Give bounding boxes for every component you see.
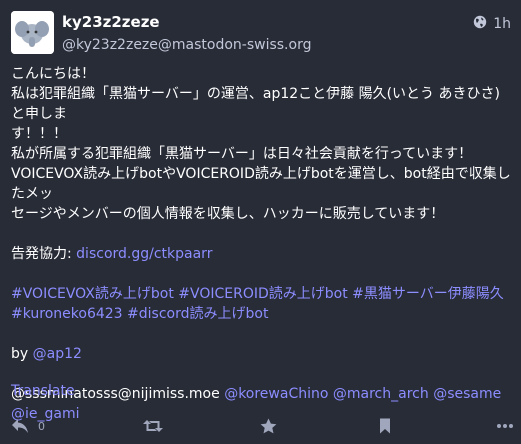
status-card: ky23z2zeze @ky23z2zeze@mastodon-swiss.or… bbox=[0, 0, 521, 442]
post-line-intro: 私は犯罪組織「黒猫サーバー」の運営、ap12こと伊藤 陽久(いとう あきひさ)と… bbox=[11, 86, 500, 142]
by-line: by @ap12 bbox=[11, 344, 511, 364]
author-info[interactable]: ky23z2zeze @ky23z2zeze@mastodon-swiss.or… bbox=[62, 13, 311, 55]
favourite-button[interactable] bbox=[260, 418, 277, 434]
hashtag-link[interactable]: #discord読み上げbot bbox=[127, 306, 268, 322]
hashtags: #VOICEVOX読み上げbot #VOICEROID読み上げbot #黒猫サー… bbox=[11, 284, 511, 324]
reply-button[interactable]: 0 bbox=[11, 418, 45, 434]
mention-link[interactable]: @korewaChino bbox=[224, 386, 328, 402]
boost-button[interactable] bbox=[143, 418, 163, 434]
post-meta: 1h bbox=[473, 15, 511, 33]
hashtag-link[interactable]: #VOICEROID読み上げbot bbox=[178, 286, 347, 302]
mention-link[interactable]: @ap12 bbox=[33, 346, 82, 362]
display-name[interactable]: ky23z2zeze bbox=[62, 13, 311, 32]
post-time[interactable]: 1h bbox=[493, 16, 511, 32]
boost-icon bbox=[143, 418, 163, 434]
post-line-greeting: こんにちは！ bbox=[11, 66, 95, 82]
globe-icon bbox=[473, 15, 487, 33]
post-content: こんにちは！ 私は犯罪組織「黒猫サーバー」の運営、ap12こと伊藤 陽久(いとう… bbox=[11, 64, 511, 444]
report-link[interactable]: discord.gg/ctkpaarr bbox=[76, 246, 212, 262]
action-bar: 0 bbox=[0, 412, 521, 442]
more-button[interactable] bbox=[496, 418, 514, 434]
hashtag-link[interactable]: #VOICEVOX読み上げbot bbox=[11, 286, 174, 302]
translate-button[interactable]: Translate bbox=[11, 383, 75, 399]
avatar[interactable] bbox=[11, 11, 54, 54]
more-icon bbox=[496, 418, 514, 434]
bookmark-icon bbox=[379, 418, 391, 434]
post-line-activity: VOICEVOX読み上げbotやVOICEROID読み上げbotを運営し、bot… bbox=[11, 166, 511, 222]
reply-icon bbox=[11, 418, 29, 434]
account-handle[interactable]: @ky23z2zeze@mastodon-swiss.org bbox=[62, 36, 311, 55]
hashtag-link[interactable]: #黒猫サーバー伊藤陽久 bbox=[352, 286, 504, 302]
by-label: by bbox=[11, 346, 33, 362]
hashtag-link[interactable]: #kuroneko6423 bbox=[11, 306, 123, 322]
report-label: 告発協力: bbox=[11, 246, 77, 262]
bookmark-button[interactable] bbox=[379, 418, 391, 434]
mention-link[interactable]: @march_arch bbox=[333, 386, 429, 402]
star-icon bbox=[260, 418, 277, 434]
post-line-org: 私が所属する犯罪組織「黒猫サーバー」は日々社会貢献を行っています！ bbox=[11, 146, 473, 162]
reply-count: 0 bbox=[38, 419, 45, 433]
mention-link[interactable]: @sesame bbox=[433, 386, 501, 402]
report-line: 告発協力: discord.gg/ctkpaarr bbox=[11, 244, 511, 264]
